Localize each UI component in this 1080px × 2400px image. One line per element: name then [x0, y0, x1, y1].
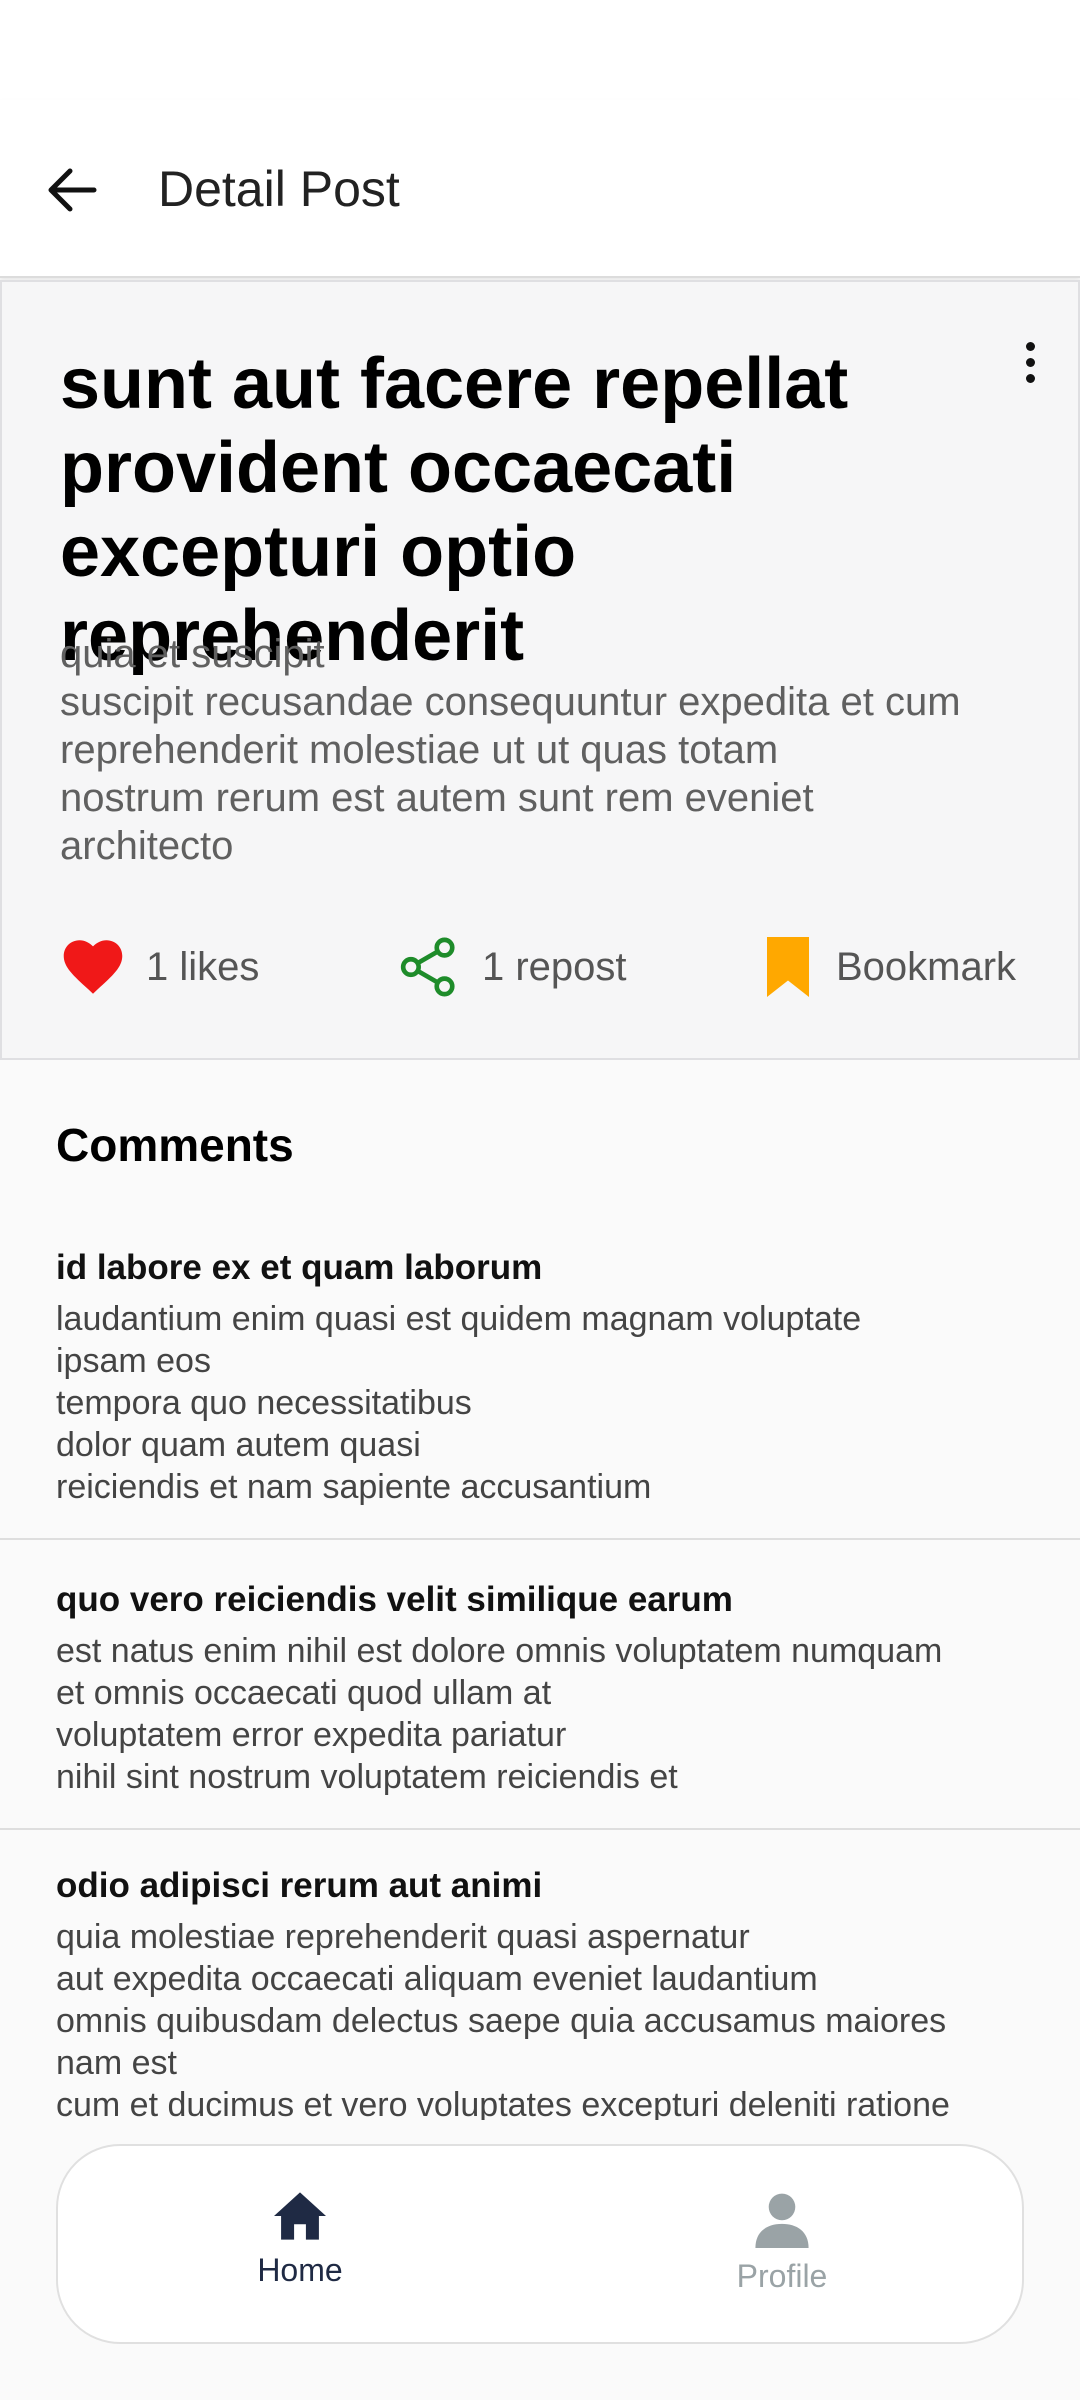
post-actions: 1 likes 1 repost Bookmark — [2, 922, 1080, 1012]
comment-item: id labore ex et quam laborum laudantium … — [0, 1218, 1080, 1540]
comment-body: laudantium enim quasi est quidem magnam … — [56, 1300, 862, 1506]
bookmark-icon — [767, 937, 809, 997]
nav-profile[interactable]: Profile — [682, 2190, 882, 2310]
comment-title: quo vero reiciendis velit similique earu… — [56, 1580, 733, 1619]
post-card: sunt aut facere repellat provident occae… — [0, 280, 1080, 1060]
home-icon — [274, 2192, 326, 2240]
app-bar: Detail Post — [0, 100, 1080, 278]
bookmark-label: Bookmark — [836, 944, 1017, 989]
comment-body: est natus enim nihil est dolore omnis vo… — [56, 1632, 943, 1796]
status-bar — [0, 0, 1080, 100]
nav-profile-label: Profile — [736, 2258, 828, 2294]
comment-item: odio adipisci rerum aut animi quia moles… — [0, 1830, 1080, 2120]
repost-button[interactable]: 1 repost — [398, 922, 627, 1012]
bookmark-button[interactable]: Bookmark — [762, 922, 1016, 1012]
post-body: quia et suscipit suscipit recusandae con… — [60, 632, 961, 868]
post-title: sunt aut facere repellat provident occae… — [60, 344, 849, 676]
page-title: Detail Post — [158, 161, 400, 217]
comment-title: odio adipisci rerum aut animi — [56, 1866, 543, 1905]
share-icon — [400, 937, 455, 997]
nav-home-label: Home — [257, 2252, 343, 2288]
bottom-navigation: Home Profile — [56, 2144, 1024, 2344]
like-button[interactable]: 1 likes — [62, 922, 259, 1012]
person-icon — [755, 2193, 809, 2248]
repost-count: 1 repost — [482, 944, 627, 989]
nav-home[interactable]: Home — [200, 2190, 400, 2310]
comment-body: quia molestiae reprehenderit quasi asper… — [56, 1918, 950, 2120]
comment-title: id labore ex et quam laborum — [56, 1248, 543, 1287]
heart-icon — [63, 940, 123, 994]
arrow-left-icon — [48, 168, 97, 212]
comments-heading: Comments — [56, 1119, 294, 1171]
back-button[interactable] — [40, 158, 104, 222]
comment-item: quo vero reiciendis velit similique earu… — [0, 1540, 1080, 1830]
likes-count: 1 likes — [146, 944, 260, 989]
